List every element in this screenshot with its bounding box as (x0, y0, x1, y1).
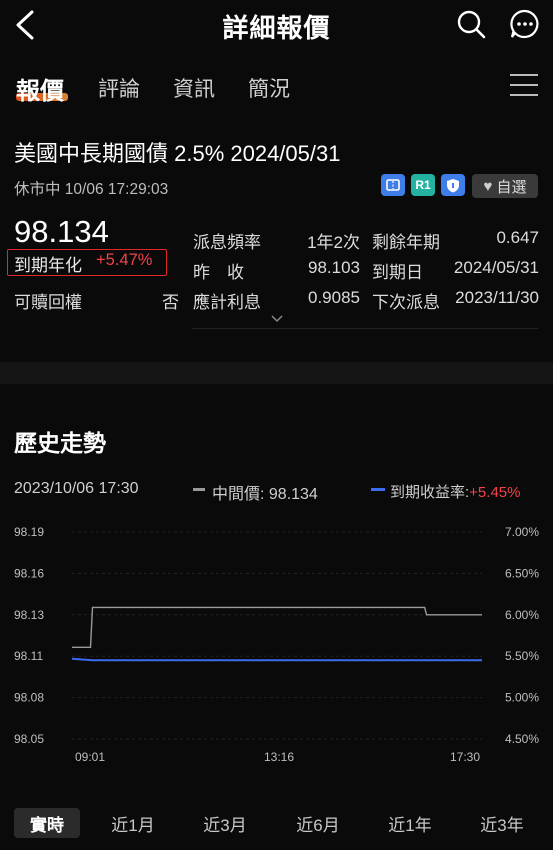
y-left-tick: 98.16 (14, 566, 44, 580)
ytm-label: 到期年化 (14, 256, 82, 275)
y-left-tick: 98.13 (14, 608, 44, 622)
y-right-tick: 6.50% (505, 566, 539, 580)
divider (192, 328, 538, 329)
watch-label: 自選 (496, 178, 527, 196)
ytm-line (71, 657, 482, 662)
legend-mid-price: 中間價: 98.134 (212, 486, 318, 503)
add-watchlist-button[interactable]: ♥ 自選 (472, 174, 538, 198)
search-icon[interactable] (456, 9, 486, 39)
accrued-interest-label: 應計利息 (193, 293, 261, 312)
maturity-date-value: 2024/05/31 (453, 258, 539, 277)
coupon-frequency-label: 派息頻率 (193, 233, 261, 252)
market-status: 休市中 10/06 17:29:03 (14, 181, 169, 198)
legend-ytm: 到期收益率:+5.45% (390, 481, 520, 502)
period-1y[interactable]: 近1年 (377, 808, 443, 838)
section-divider (0, 362, 553, 384)
callable-value: 否 (162, 293, 179, 312)
coupon-frequency-value: 1年2次 (307, 233, 360, 252)
period-3y[interactable]: 近3年 (469, 808, 535, 838)
period-1m[interactable]: 近1月 (100, 808, 166, 838)
period-6m[interactable]: 近6月 (285, 808, 351, 838)
chart-timestamp: 2023/10/06 17:30 (14, 480, 139, 497)
prev-close-label: 昨 收 (193, 263, 244, 282)
y-right-tick: 5.00% (505, 691, 539, 705)
ytm-value: +5.47% (96, 251, 153, 269)
mid-price-line (72, 606, 482, 649)
next-coupon-label: 下次派息 (372, 293, 440, 312)
shield-icon[interactable] (441, 174, 465, 196)
heart-icon: ♥ (483, 177, 493, 195)
accrued-interest-value: 0.9085 (308, 288, 360, 307)
tab-news[interactable]: 資訊 (173, 73, 215, 103)
expand-chevron-icon[interactable] (270, 314, 284, 324)
callable-label: 可贖回權 (14, 293, 82, 312)
period-realtime[interactable]: 實時 (14, 808, 80, 838)
y-right-tick: 6.00% (505, 608, 539, 622)
period-3m[interactable]: 近3月 (192, 808, 258, 838)
legend-mid-swatch (193, 488, 205, 491)
y-right-tick: 5.50% (505, 649, 539, 663)
bond-price: 98.134 (14, 214, 109, 249)
tab-comments[interactable]: 評論 (98, 73, 140, 103)
y-left-tick: 98.08 (14, 691, 44, 705)
y-left-tick: 98.05 (14, 732, 44, 746)
tab-profile[interactable]: 簡況 (248, 73, 290, 103)
tab-quote[interactable]: 報價 (16, 71, 64, 106)
y-right-tick: 4.50% (505, 732, 539, 746)
prev-close-value: 98.103 (308, 258, 360, 277)
remaining-years-label: 剩餘年期 (372, 233, 440, 252)
menu-icon[interactable] (510, 74, 538, 98)
x-tick: 09:01 (75, 750, 105, 764)
legend-ytm-label: 到期收益率: (390, 484, 470, 501)
remaining-years-value: 0.647 (496, 228, 539, 247)
legend-ytm-value: +5.45% (469, 484, 521, 501)
risk-level-badge[interactable]: R1 (411, 174, 435, 196)
chat-more-icon[interactable] (510, 9, 540, 39)
ticket-icon[interactable] (381, 174, 405, 196)
y-left-tick: 98.11 (14, 649, 43, 663)
x-tick: 13:16 (264, 750, 294, 764)
y-left-tick: 98.19 (14, 525, 44, 539)
bond-name: 美國中長期國債 2.5% 2024/05/31 (14, 141, 341, 166)
maturity-date-label: 到期日 (372, 263, 423, 282)
legend-ytm-swatch (371, 488, 385, 491)
history-chart[interactable]: 98.19 7.00% 98.16 6.50% 98.13 6.00% 98.11 5.50%… (0, 510, 553, 770)
next-coupon-value: 2023/11/30 (455, 288, 539, 307)
x-tick: 17:30 (450, 750, 480, 764)
y-right-tick: 7.00% (505, 525, 539, 539)
history-title: 歷史走勢 (14, 430, 106, 456)
